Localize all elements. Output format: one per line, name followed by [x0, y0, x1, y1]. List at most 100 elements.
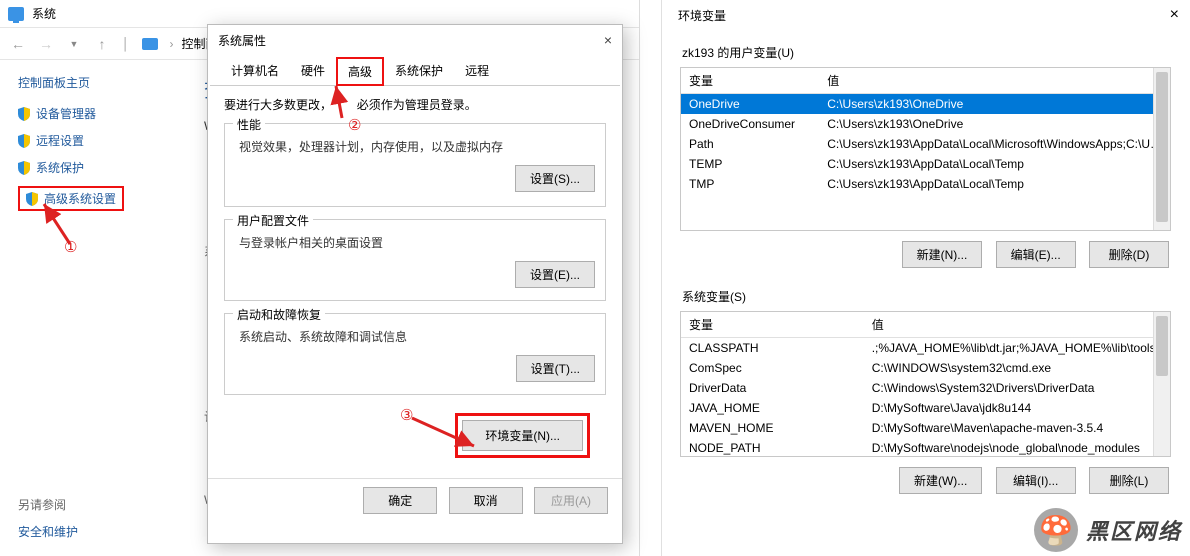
table-row[interactable]: PathC:\Users\zk193\AppData\Local\Microso… [681, 134, 1170, 154]
monitor-icon [8, 7, 24, 21]
system-vars-label: 系统变量(S) [682, 288, 1171, 305]
var-value-cell: C:\Users\zk193\OneDrive [819, 114, 1170, 134]
system-vars-section: 系统变量(S) 变量 值 CLASSPATH.;%JAVA_HOME%\lib\… [662, 274, 1189, 500]
tab-computer-name[interactable]: 计算机名 [220, 57, 290, 86]
table-row[interactable]: TMPC:\Users\zk193\AppData\Local\Temp [681, 174, 1170, 194]
table-row[interactable]: OneDriveC:\Users\zk193\OneDrive [681, 94, 1170, 115]
sidebar-home[interactable]: 控制面板主页 [18, 74, 186, 91]
dialog-title: 系统属性 [218, 32, 266, 49]
sidebar-item-label: 高级系统设置 [44, 190, 116, 207]
system-vars-buttons: 新建(W)... 编辑(I)... 删除(L) [680, 457, 1171, 498]
dialog-body: 要进行大多数更改， 必须作为管理员登录。 性能 视觉效果，处理器计划，内存使用，… [208, 86, 622, 478]
system-vars-table[interactable]: 变量 值 CLASSPATH.;%JAVA_HOME%\lib\dt.jar;%… [680, 311, 1171, 457]
env-var-highlight: 环境变量(N)... [455, 413, 590, 458]
history-dropdown[interactable]: ▼ [62, 32, 86, 56]
table-row[interactable]: MAVEN_HOMED:\MySoftware\Maven\apache-mav… [681, 418, 1171, 438]
group-title: 启动和故障恢复 [233, 306, 325, 323]
system-properties-dialog: 系统属性 × 计算机名 硬件 高级 系统保护 远程 要进行大多数更改， 必须作为… [207, 24, 623, 544]
table-row[interactable]: OneDriveConsumerC:\Users\zk193\OneDrive [681, 114, 1170, 134]
shield-icon [26, 192, 38, 206]
tab-remote[interactable]: 远程 [454, 57, 500, 86]
seealso-security[interactable]: 安全和维护 [18, 523, 78, 540]
arrow-left-icon: ← [11, 36, 25, 52]
up-button[interactable]: ↑ [90, 32, 114, 56]
delete-user-var-button[interactable]: 删除(D) [1089, 241, 1169, 268]
dialog-title: 环境变量 [678, 7, 726, 24]
var-name-cell: TEMP [681, 154, 819, 174]
performance-group: 性能 视觉效果，处理器计划，内存使用，以及虚拟内存 设置(S)... [224, 123, 606, 207]
scrollbar[interactable] [1153, 68, 1170, 230]
watermark-text: 黑区网络 [1086, 514, 1182, 546]
col-name[interactable]: 变量 [681, 312, 864, 338]
new-user-var-button[interactable]: 新建(N)... [902, 241, 983, 268]
close-button[interactable]: × [1170, 6, 1179, 24]
ok-button[interactable]: 确定 [363, 487, 437, 514]
edit-sys-var-button[interactable]: 编辑(I)... [996, 467, 1076, 494]
forward-button[interactable]: → [34, 32, 58, 56]
back-button[interactable]: ← [6, 32, 30, 56]
table-row[interactable]: CLASSPATH.;%JAVA_HOME%\lib\dt.jar;%JAVA_… [681, 338, 1171, 359]
startup-recovery-group: 启动和故障恢复 系统启动、系统故障和调试信息 设置(T)... [224, 313, 606, 395]
var-name-cell: CLASSPATH [681, 338, 864, 359]
var-value-cell: C:\Users\zk193\AppData\Local\Temp [819, 174, 1170, 194]
user-vars-label: zk193 的用户变量(U) [682, 44, 1171, 61]
tab-advanced[interactable]: 高级 [336, 57, 384, 86]
user-vars-buttons: 新建(N)... 编辑(E)... 删除(D) [680, 231, 1171, 272]
sidebar-system-protection[interactable]: 系统保护 [18, 159, 186, 176]
var-value-cell: D:\MySoftware\Java\jdk8u144 [864, 398, 1171, 418]
var-value-cell: C:\WINDOWS\system32\cmd.exe [864, 358, 1171, 378]
close-button[interactable]: × [604, 32, 612, 48]
table-row[interactable]: ComSpecC:\WINDOWS\system32\cmd.exe [681, 358, 1171, 378]
tab-system-protection[interactable]: 系统保护 [384, 57, 454, 86]
sidebar-item-label: 设备管理器 [36, 105, 96, 122]
var-name-cell: ComSpec [681, 358, 864, 378]
table-row[interactable]: NODE_PATHD:\MySoftware\nodejs\node_globa… [681, 438, 1171, 457]
dialog-titlebar: 环境变量 × [662, 0, 1189, 30]
dialog-titlebar: 系统属性 × [208, 25, 622, 55]
user-profile-group: 用户配置文件 与登录帐户相关的桌面设置 设置(E)... [224, 219, 606, 301]
delete-sys-var-button[interactable]: 删除(L) [1089, 467, 1169, 494]
var-name-cell: DriverData [681, 378, 864, 398]
sidebar-remote-settings[interactable]: 远程设置 [18, 132, 186, 149]
group-title: 用户配置文件 [233, 212, 313, 229]
table-row[interactable]: JAVA_HOMED:\MySoftware\Java\jdk8u144 [681, 398, 1171, 418]
environment-variables-button[interactable]: 环境变量(N)... [462, 420, 583, 451]
sidebar-advanced-system-settings[interactable]: 高级系统设置 [18, 186, 124, 211]
var-name-cell: MAVEN_HOME [681, 418, 864, 438]
var-name-cell: JAVA_HOME [681, 398, 864, 418]
arrow-right-icon: → [39, 36, 53, 52]
intro-right: 必须作为管理员登录。 [357, 98, 477, 112]
var-value-cell: D:\MySoftware\Maven\apache-maven-3.5.4 [864, 418, 1171, 438]
cancel-button[interactable]: 取消 [449, 487, 523, 514]
var-value-cell: C:\Windows\System32\Drivers\DriverData [864, 378, 1171, 398]
intro-left: 要进行大多数更改， [224, 98, 332, 112]
var-value-cell: C:\Users\zk193\OneDrive [819, 94, 1170, 115]
sidebar-device-manager[interactable]: 设备管理器 [18, 105, 186, 122]
var-value-cell: .;%JAVA_HOME%\lib\dt.jar;%JAVA_HOME%\lib… [864, 338, 1171, 359]
col-name[interactable]: 变量 [681, 68, 819, 94]
tab-hardware[interactable]: 硬件 [290, 57, 336, 86]
sidebar-item-label: 远程设置 [36, 132, 84, 149]
var-name-cell: TMP [681, 174, 819, 194]
col-value[interactable]: 值 [819, 68, 1170, 94]
watermark: 🍄 黑区网络 [1034, 508, 1182, 552]
arrow-up-icon: ↑ [99, 36, 106, 52]
user-vars-table[interactable]: 变量 值 OneDriveC:\Users\zk193\OneDriveOneD… [680, 67, 1171, 231]
col-value[interactable]: 值 [864, 312, 1171, 338]
window-title: 系统 [32, 5, 56, 22]
startup-settings-button[interactable]: 设置(T)... [516, 355, 595, 382]
group-desc: 视觉效果，处理器计划，内存使用，以及虚拟内存 [239, 138, 595, 155]
profile-settings-button[interactable]: 设置(E)... [515, 261, 595, 288]
edit-user-var-button[interactable]: 编辑(E)... [996, 241, 1076, 268]
table-row[interactable]: TEMPC:\Users\zk193\AppData\Local\Temp [681, 154, 1170, 174]
performance-settings-button[interactable]: 设置(S)... [515, 165, 595, 192]
table-row[interactable]: DriverDataC:\Windows\System32\Drivers\Dr… [681, 378, 1171, 398]
group-title: 性能 [233, 116, 265, 133]
user-vars-section: zk193 的用户变量(U) 变量 值 OneDriveC:\Users\zk1… [662, 30, 1189, 274]
tab-strip: 计算机名 硬件 高级 系统保护 远程 [210, 55, 620, 86]
environment-variables-dialog: 环境变量 × zk193 的用户变量(U) 变量 值 OneDriveC:\Us… [661, 0, 1189, 556]
shield-icon [18, 107, 30, 121]
new-sys-var-button[interactable]: 新建(W)... [899, 467, 982, 494]
scrollbar[interactable] [1153, 312, 1170, 456]
apply-button[interactable]: 应用(A) [534, 487, 608, 514]
